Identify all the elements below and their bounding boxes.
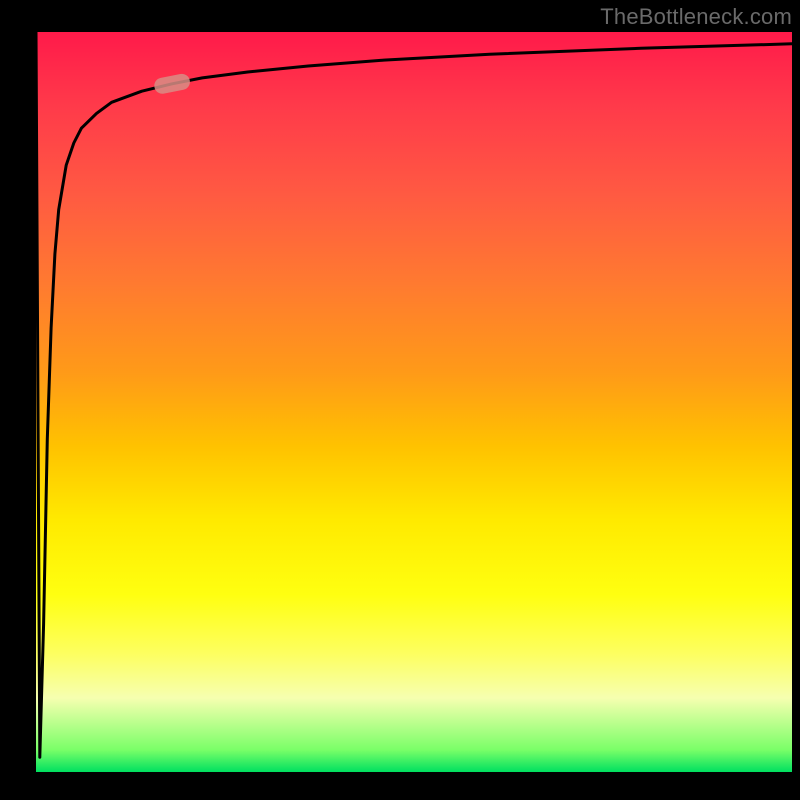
- chart-svg: [36, 32, 792, 772]
- bottleneck-curve: [36, 32, 792, 757]
- attribution-text: TheBottleneck.com: [600, 4, 792, 30]
- chart-plot-area: [36, 32, 792, 772]
- curve-marker: [153, 72, 191, 95]
